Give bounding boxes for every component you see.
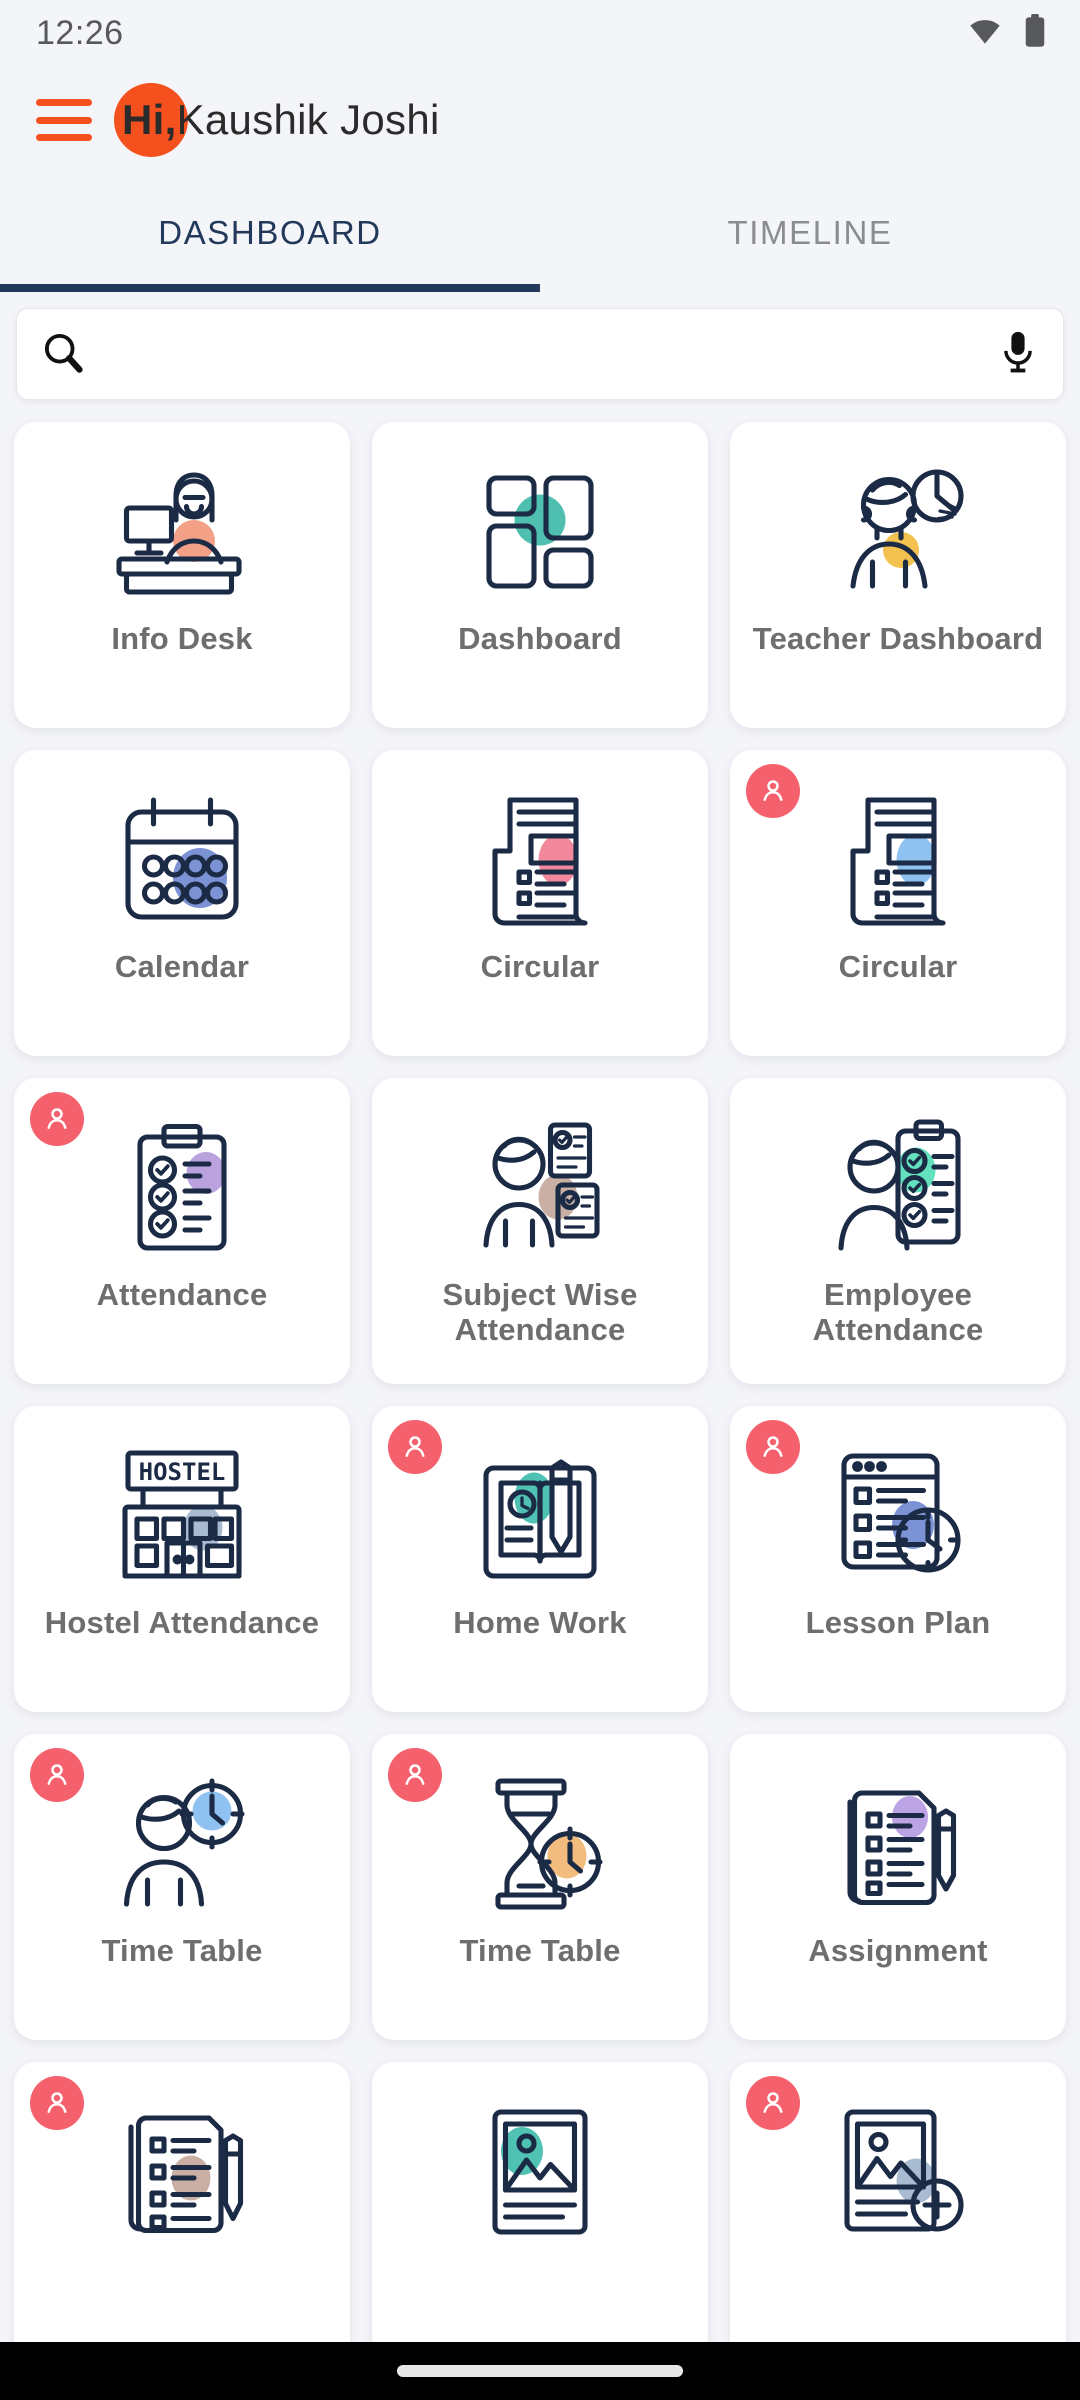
hamburger-menu-icon[interactable] — [36, 99, 92, 141]
grid-card-label: Hostel Attendance — [44, 1605, 320, 1640]
grid-card[interactable]: HOSTEL Hostel Attendance — [14, 1406, 350, 1712]
status-bar: 12:26 — [0, 0, 1080, 66]
grid-card[interactable]: Circular — [372, 750, 708, 1056]
search-icon — [41, 330, 85, 379]
grid-card-label: Time Table — [459, 1933, 621, 1968]
info-desk-icon — [24, 448, 340, 616]
grid-card-label: Dashboard — [458, 621, 622, 656]
grid-card-label: Attendance — [96, 1277, 268, 1312]
subject-wise-attendance-icon — [382, 1104, 698, 1272]
status-icons — [968, 13, 1046, 53]
svg-text:HOSTEL: HOSTEL — [139, 1458, 226, 1486]
grid-card-label: Assignment — [808, 1933, 988, 1968]
grid-card[interactable]: Lesson Plan — [730, 1406, 1066, 1712]
grid-card[interactable]: Dashboard — [372, 422, 708, 728]
person-badge-icon — [388, 1748, 442, 1802]
grid-card[interactable]: Time Table — [14, 1734, 350, 2040]
grid-card[interactable] — [14, 2062, 350, 2368]
grid-card-label: Time Table — [101, 1933, 263, 1968]
person-badge-icon — [746, 1420, 800, 1474]
grid-card[interactable]: Time Table — [372, 1734, 708, 2040]
assignment-pen-icon — [740, 1760, 1056, 1928]
person-badge-icon — [746, 2076, 800, 2130]
greeting-block: Hi,Kaushik Joshi — [114, 66, 440, 174]
calendar-icon — [24, 776, 340, 944]
grid-card[interactable]: Attendance — [14, 1078, 350, 1384]
hostel-building-icon: HOSTEL — [24, 1432, 340, 1600]
grid-card-label: Calendar — [114, 949, 250, 984]
search-bar[interactable] — [16, 308, 1064, 400]
grid-card[interactable]: Employee Attendance — [730, 1078, 1066, 1384]
tab-dashboard[interactable]: DASHBOARD — [0, 174, 540, 292]
teacher-dashboard-icon — [740, 448, 1056, 616]
circular-icon — [382, 776, 698, 944]
grid-card[interactable]: Assignment — [730, 1734, 1066, 2040]
grid-card[interactable]: Home Work — [372, 1406, 708, 1712]
grid-card[interactable]: Calendar — [14, 750, 350, 1056]
dashboard-grid-icon — [382, 448, 698, 616]
home-indicator[interactable] — [397, 2365, 683, 2377]
grid-card-label: Circular — [838, 949, 958, 984]
employee-attendance-icon — [740, 1104, 1056, 1272]
battery-icon — [1024, 13, 1046, 53]
grid-card-label: Home Work — [453, 1605, 627, 1640]
grid-card-label: Teacher Dashboard — [752, 621, 1044, 656]
grid-card-label: Lesson Plan — [805, 1605, 991, 1640]
grid-card[interactable]: Teacher Dashboard — [730, 422, 1066, 728]
grid-card[interactable]: Info Desk — [14, 422, 350, 728]
grid-card[interactable]: Circular — [730, 750, 1066, 1056]
menu-grid: Info Desk Dashboard Teacher Dashboard Ca… — [0, 400, 1080, 2368]
person-badge-icon — [30, 1748, 84, 1802]
grid-card[interactable]: Subject Wise Attendance — [372, 1078, 708, 1384]
person-badge-icon — [30, 2076, 84, 2130]
system-nav-bar — [0, 2342, 1080, 2400]
microphone-icon[interactable] — [999, 330, 1037, 379]
search-input[interactable] — [85, 335, 999, 373]
person-badge-icon — [30, 1092, 84, 1146]
phone-screen: 12:26 Hi,Kaushik Joshi DASHBOARD TIMELIN… — [0, 0, 1080, 2400]
grid-card[interactable] — [730, 2062, 1066, 2368]
person-badge-icon — [388, 1420, 442, 1474]
grid-card-label: Subject Wise Attendance — [442, 1277, 638, 1347]
app-bar: Hi,Kaushik Joshi — [0, 66, 1080, 174]
grid-card[interactable] — [372, 2062, 708, 2368]
person-badge-icon — [746, 764, 800, 818]
grid-card-label: Info Desk — [111, 621, 253, 656]
grid-card-label: Employee Attendance — [812, 1277, 984, 1347]
tab-active-indicator — [0, 284, 540, 292]
greeting-prefix: Hi, — [122, 96, 177, 143]
tab-bar: DASHBOARD TIMELINE — [0, 174, 1080, 292]
status-time: 12:26 — [36, 13, 124, 52]
search-section — [0, 292, 1080, 400]
gallery-icon — [382, 2088, 698, 2256]
wifi-icon — [968, 17, 1002, 50]
greeting-text: Hi,Kaushik Joshi — [122, 96, 440, 144]
tab-timeline[interactable]: TIMELINE — [540, 174, 1080, 292]
grid-card-label: Circular — [480, 949, 600, 984]
user-name: Kaushik Joshi — [176, 96, 440, 143]
